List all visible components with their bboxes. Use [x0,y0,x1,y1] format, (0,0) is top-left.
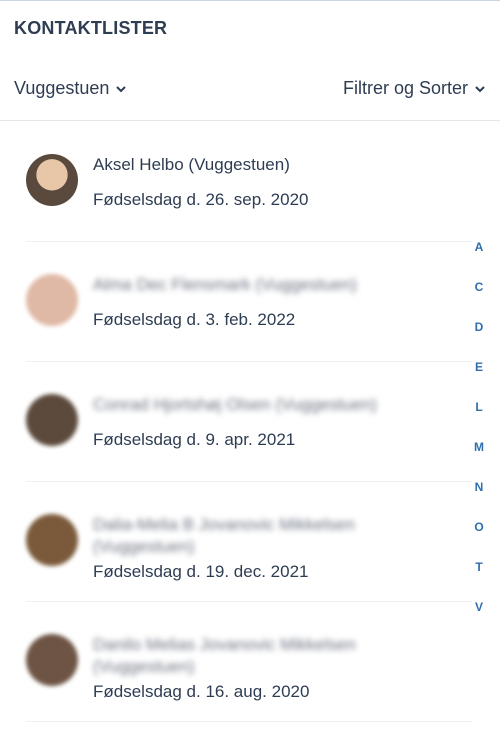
contact-name: Alma Dec Flensmark (Vuggestuen) [93,275,357,294]
avatar [26,274,78,326]
index-letter-a[interactable]: A [472,240,486,280]
index-letter-n[interactable]: N [472,480,486,520]
index-letter-m[interactable]: M [472,440,486,480]
avatar [26,634,78,686]
index-letter-e[interactable]: E [472,360,486,400]
contact-row[interactable]: Conrad Hjortshøj Olsen (Vuggestuen) Føds… [26,362,472,482]
alphabet-index: A C D E L M N O T V [472,240,486,640]
index-letter-t[interactable]: T [472,560,486,600]
contact-row[interactable]: Dalia-Melia B Jovanovic Mikkelsen (Vugge… [26,482,472,602]
contact-row[interactable]: Aksel Helbo (Vuggestuen) Fødselsdag d. 2… [26,122,472,242]
contact-birthday: Fødselsdag d. 9. apr. 2021 [93,430,296,449]
avatar [26,394,78,446]
contact-birthday: Fødselsdag d. 3. feb. 2022 [93,310,296,329]
avatar [26,154,78,206]
index-letter-d[interactable]: D [472,320,486,360]
contact-list: Aksel Helbo (Vuggestuen) Fødselsdag d. 2… [0,122,500,722]
index-letter-l[interactable]: L [472,400,486,440]
chevron-down-icon [475,85,485,92]
index-letter-o[interactable]: O [472,520,486,560]
chevron-down-icon [116,85,127,92]
filter-bar: Vuggestuen Filtrer og Sorter [0,60,500,121]
contact-row[interactable]: Alma Dec Flensmark (Vuggestuen) Fødselsd… [26,242,472,362]
contact-name: Aksel Helbo (Vuggestuen) [93,155,290,174]
filter-sort-dropdown[interactable]: Filtrer og Sorter [343,78,486,99]
filter-sort-label: Filtrer og Sorter [342,78,468,98]
contact-name: Dalia-Melia B Jovanovic Mikkelsen (Vugge… [93,515,355,556]
group-dropdown-label: Vuggestuen [14,78,110,98]
contact-row[interactable]: Danilo Melias Jovanovic Mikkelsen (Vugge… [26,602,472,722]
contact-birthday: Fødselsdag d. 26. sep. 2020 [93,190,309,209]
contact-birthday: Fødselsdag d. 19. dec. 2021 [93,562,309,581]
contact-name: Conrad Hjortshøj Olsen (Vuggestuen) [93,395,377,414]
page-title: KONTAKTLISTER [14,18,168,38]
index-letter-v[interactable]: V [472,600,486,640]
group-dropdown[interactable]: Vuggestuen [14,78,127,99]
contact-name: Danilo Melias Jovanovic Mikkelsen (Vugge… [93,635,356,676]
top-border [0,0,500,1]
contact-birthday: Fødselsdag d. 16. aug. 2020 [93,682,310,701]
avatar [26,514,78,566]
index-letter-c[interactable]: C [472,280,486,320]
